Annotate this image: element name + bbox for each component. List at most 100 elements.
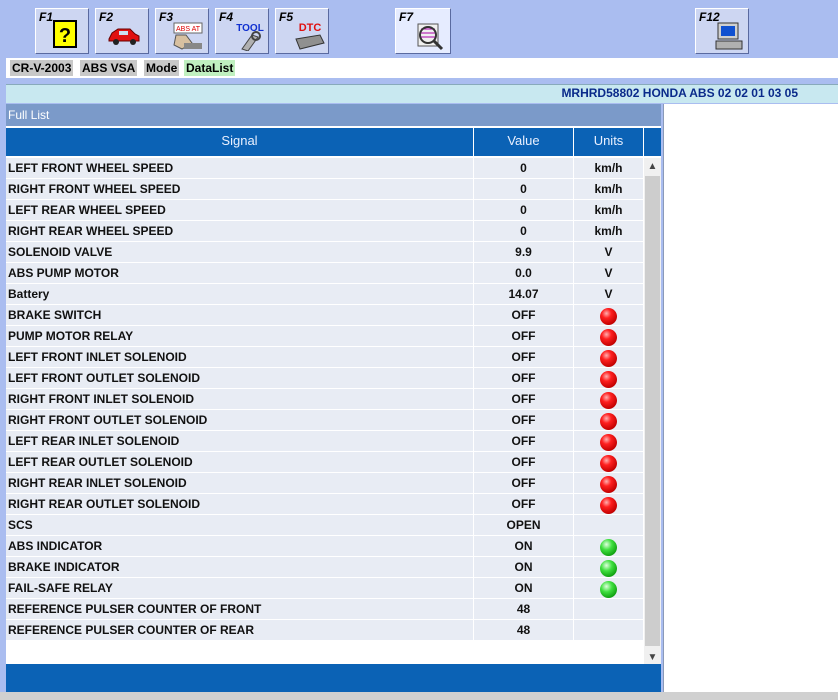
signal-status-cell: [574, 494, 644, 514]
table-row[interactable]: LEFT FRONT WHEEL SPEED 0 km/h: [6, 158, 644, 179]
signal-status-cell: [574, 536, 644, 556]
signal-unit: km/h: [574, 158, 644, 178]
datalist-icon: [417, 23, 444, 51]
ecu-id-text: MRHRD58802 HONDA ABS 02 02 01 03 05: [561, 86, 798, 100]
signal-name: BRAKE SWITCH: [6, 305, 474, 325]
f4-key-label: F4: [219, 10, 234, 24]
signal-value: 48: [474, 620, 574, 640]
signal-value: OFF: [474, 431, 574, 451]
column-header-value[interactable]: Value: [474, 128, 574, 156]
signal-status-cell: [574, 410, 644, 430]
table-row[interactable]: Battery 14.07 V: [6, 284, 644, 305]
signal-name: RIGHT REAR OUTLET SOLENOID: [6, 494, 474, 514]
dtc-icon: DTC: [295, 22, 325, 50]
f4-tool-button[interactable]: F4 TOOL: [215, 8, 269, 54]
column-header-spacer: [644, 128, 661, 156]
table-row[interactable]: RIGHT FRONT OUTLET SOLENOID OFF: [6, 410, 644, 431]
table-row[interactable]: LEFT FRONT INLET SOLENOID OFF: [6, 347, 644, 368]
signal-unit: V: [574, 263, 644, 283]
scroll-up-icon[interactable]: ▲: [644, 158, 661, 175]
tool-text: TOOL: [236, 23, 264, 34]
signal-value: OFF: [474, 305, 574, 325]
signal-value: 0: [474, 221, 574, 241]
signal-status-cell: [574, 452, 644, 472]
side-panel: [663, 104, 838, 692]
signal-name: BRAKE INDICATOR: [6, 557, 474, 577]
table-row[interactable]: LEFT REAR OUTLET SOLENOID OFF: [6, 452, 644, 473]
column-header-units[interactable]: Units: [574, 128, 644, 156]
signal-name: LEFT REAR INLET SOLENOID: [6, 431, 474, 451]
column-header-signal[interactable]: Signal: [6, 128, 474, 156]
f1-help-button[interactable]: F1 ?: [35, 8, 89, 54]
signal-unit: [574, 599, 644, 619]
signal-unit: V: [574, 242, 644, 262]
signal-name: LEFT FRONT INLET SOLENOID: [6, 347, 474, 367]
signal-name: SCS: [6, 515, 474, 535]
table-row[interactable]: RIGHT REAR WHEEL SPEED 0 km/h: [6, 221, 644, 242]
status-led-red-icon: [600, 433, 617, 451]
status-led-red-icon: [600, 412, 617, 430]
table-row[interactable]: RIGHT FRONT WHEEL SPEED 0 km/h: [6, 179, 644, 200]
status-led-green-icon: [600, 538, 617, 556]
signal-name: FAIL-SAFE RELAY: [6, 578, 474, 598]
signal-name: LEFT FRONT WHEEL SPEED: [6, 158, 474, 178]
f5-dtc-button[interactable]: F5 DTC: [275, 8, 329, 54]
signal-status-cell: [574, 389, 644, 409]
vertical-scrollbar[interactable]: ▲ ▼: [644, 158, 661, 666]
table-row[interactable]: ABS PUMP MOTOR 0.0 V: [6, 263, 644, 284]
signal-name: LEFT REAR OUTLET SOLENOID: [6, 452, 474, 472]
table-row[interactable]: RIGHT REAR OUTLET SOLENOID OFF: [6, 494, 644, 515]
signal-status-cell: [574, 578, 644, 598]
table-row[interactable]: LEFT REAR INLET SOLENOID OFF: [6, 431, 644, 452]
signal-value: OFF: [474, 368, 574, 388]
dtc-text: DTC: [299, 22, 322, 34]
signal-status-cell: [574, 557, 644, 577]
computer-icon: [715, 22, 743, 50]
signal-value: ON: [474, 557, 574, 577]
signal-name: PUMP MOTOR RELAY: [6, 326, 474, 346]
signal-unit: km/h: [574, 200, 644, 220]
signal-unit: km/h: [574, 221, 644, 241]
table-row[interactable]: REFERENCE PULSER COUNTER OF REAR 48: [6, 620, 644, 641]
status-led-red-icon: [600, 349, 617, 367]
f3-system-button[interactable]: F3 ABS AT: [155, 8, 209, 54]
signal-status-cell: [574, 473, 644, 493]
table-row[interactable]: SCS OPEN: [6, 515, 644, 536]
table-row[interactable]: BRAKE SWITCH OFF: [6, 305, 644, 326]
status-led-red-icon: [600, 475, 617, 493]
status-strip: [0, 692, 838, 700]
table-row[interactable]: FAIL-SAFE RELAY ON: [6, 578, 644, 599]
breadcrumb-vehicle: CR-V-2003: [10, 60, 74, 76]
table-row[interactable]: RIGHT FRONT INLET SOLENOID OFF: [6, 389, 644, 410]
table-row[interactable]: REFERENCE PULSER COUNTER OF FRONT 48: [6, 599, 644, 620]
table-row[interactable]: BRAKE INDICATOR ON: [6, 557, 644, 578]
signal-name: ABS INDICATOR: [6, 536, 474, 556]
f2-vehicle-button[interactable]: F2: [95, 8, 149, 54]
scroll-thumb[interactable]: [645, 176, 660, 646]
status-led-red-icon: [600, 454, 617, 472]
signal-unit: [574, 515, 644, 535]
signal-name: REFERENCE PULSER COUNTER OF REAR: [6, 620, 474, 640]
signal-value: OPEN: [474, 515, 574, 535]
table-row[interactable]: ABS INDICATOR ON: [6, 536, 644, 557]
f7-datalist-button[interactable]: F7: [395, 8, 451, 54]
breadcrumb-mode: Mode: [144, 60, 180, 76]
signal-name: ABS PUMP MOTOR: [6, 263, 474, 283]
status-led-red-icon: [600, 496, 617, 514]
signal-name: RIGHT REAR WHEEL SPEED: [6, 221, 474, 241]
table-row[interactable]: LEFT FRONT OUTLET SOLENOID OFF: [6, 368, 644, 389]
table-row[interactable]: SOLENOID VALVE 9.9 V: [6, 242, 644, 263]
signal-value: 9.9: [474, 242, 574, 262]
signal-value: 0: [474, 179, 574, 199]
tool-icon: TOOL: [236, 23, 264, 51]
table-row[interactable]: PUMP MOTOR RELAY OFF: [6, 326, 644, 347]
f12-computer-button[interactable]: F12: [695, 8, 749, 54]
table-row[interactable]: LEFT REAR WHEEL SPEED 0 km/h: [6, 200, 644, 221]
signal-status-cell: [574, 431, 644, 451]
status-led-red-icon: [600, 370, 617, 388]
signal-status-cell: [574, 305, 644, 325]
status-led-red-icon: [600, 328, 617, 346]
table-row[interactable]: RIGHT REAR INLET SOLENOID OFF: [6, 473, 644, 494]
signal-name: LEFT REAR WHEEL SPEED: [6, 200, 474, 220]
signal-value: OFF: [474, 326, 574, 346]
